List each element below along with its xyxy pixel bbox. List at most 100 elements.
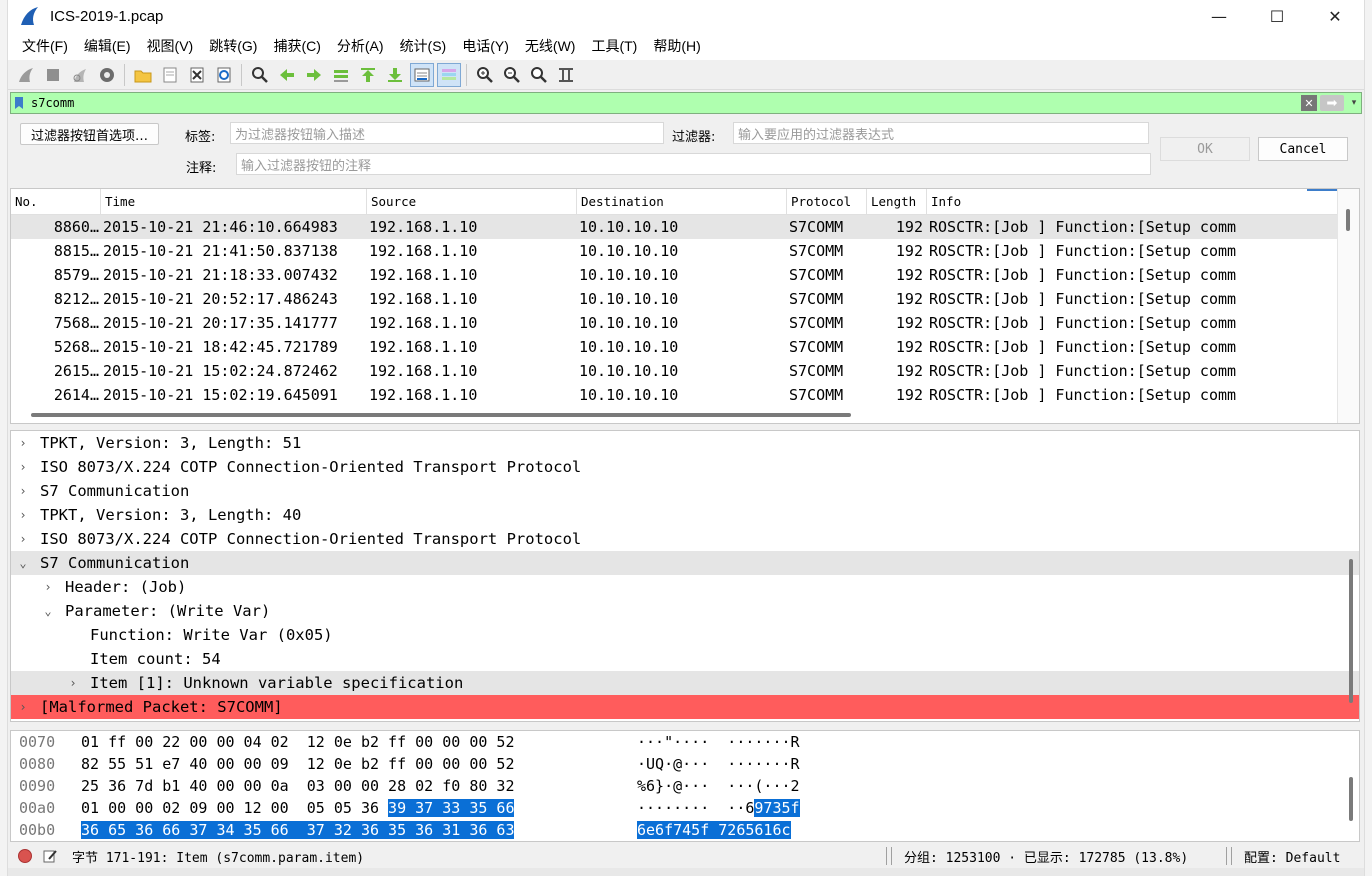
expert-info-error-icon[interactable] bbox=[18, 849, 32, 863]
chevron-down-icon[interactable]: ⌄ bbox=[40, 604, 56, 618]
go-back-arrow-icon[interactable] bbox=[275, 63, 299, 87]
detail-tree-item[interactable]: › ISO 8073/X.224 COTP Connection-Oriented… bbox=[11, 527, 1359, 551]
packet-bytes-scrollbar[interactable] bbox=[1349, 777, 1353, 821]
edit-comment-icon[interactable] bbox=[42, 848, 58, 864]
column-header-length[interactable]: Length bbox=[867, 189, 927, 214]
detail-tree-item[interactable]: ⌄ S7 Communication bbox=[11, 551, 1359, 575]
detail-tree-item[interactable]: › S7 Communication bbox=[11, 479, 1359, 503]
chevron-down-icon[interactable]: ⌄ bbox=[15, 556, 31, 570]
packet-row[interactable]: 2615… 2015-10-21 15:02:24.872462 192.168.1… bbox=[11, 359, 1359, 383]
autoscroll-icon[interactable] bbox=[409, 62, 434, 87]
column-header-time[interactable]: Time bbox=[101, 189, 367, 214]
packet-list-vertical-scrollbar[interactable] bbox=[1337, 189, 1359, 423]
bookmark-icon[interactable] bbox=[11, 96, 27, 110]
resize-columns-icon[interactable] bbox=[554, 63, 578, 87]
chevron-right-icon[interactable]: › bbox=[65, 676, 81, 690]
menu-tools[interactable]: 工具(T) bbox=[583, 36, 645, 56]
packet-row[interactable]: 8579… 2015-10-21 21:18:33.007432 192.168.1… bbox=[11, 263, 1359, 287]
packet-details-scrollbar[interactable] bbox=[1349, 559, 1353, 703]
detail-tree-item[interactable]: › TPKT, Version: 3, Length: 40 bbox=[11, 503, 1359, 527]
bytes-ascii[interactable]: ···"···· ·······R bbox=[637, 733, 837, 751]
chevron-right-icon[interactable]: › bbox=[15, 532, 31, 546]
label-input[interactable]: 为过滤器按钮输入描述 bbox=[230, 122, 664, 144]
clear-filter-icon[interactable]: ✕ bbox=[1301, 95, 1317, 111]
colorize-icon[interactable] bbox=[436, 62, 461, 87]
menu-analyze[interactable]: 分析(A) bbox=[329, 36, 392, 56]
comment-input[interactable]: 输入过滤器按钮的注释 bbox=[236, 153, 1151, 175]
bytes-ascii[interactable]: ·UQ·@··· ·······R bbox=[637, 755, 837, 773]
capture-options-gear-icon[interactable] bbox=[95, 63, 119, 87]
column-header-source[interactable]: Source bbox=[367, 189, 577, 214]
chevron-right-icon[interactable]: › bbox=[15, 700, 31, 714]
display-filter-input[interactable] bbox=[27, 96, 1301, 110]
zoom-normal-icon[interactable] bbox=[527, 63, 551, 87]
column-header-destination[interactable]: Destination bbox=[577, 189, 787, 214]
chevron-right-icon[interactable]: › bbox=[15, 436, 31, 450]
file-icon[interactable] bbox=[158, 63, 182, 87]
find-magnifier-icon[interactable] bbox=[248, 63, 272, 87]
menu-help[interactable]: 帮助(H) bbox=[645, 36, 708, 56]
detail-tree-item[interactable]: Item count: 54 bbox=[11, 647, 1359, 671]
bytes-hex[interactable]: 01 ff 00 22 00 00 04 02 12 0e b2 ff 00 0… bbox=[81, 733, 637, 751]
detail-tree-item[interactable]: › [Malformed Packet: S7COMM] bbox=[11, 695, 1359, 719]
packet-row[interactable]: 5268… 2015-10-21 18:42:45.721789 192.168.1… bbox=[11, 335, 1359, 359]
detail-tree-item[interactable]: Function: Write Var (0x05) bbox=[11, 623, 1359, 647]
packet-row[interactable]: 8860… 2015-10-21 21:46:10.664983 192.168.1… bbox=[11, 215, 1359, 239]
zoom-in-icon[interactable] bbox=[473, 63, 497, 87]
detail-tree-item[interactable]: › ISO 8073/X.224 COTP Connection-Oriented… bbox=[11, 455, 1359, 479]
stop-square-icon[interactable] bbox=[41, 63, 65, 87]
bytes-ascii[interactable]: 6e6f745f 7265616c bbox=[637, 821, 837, 839]
maximize-button[interactable]: ☐ bbox=[1248, 0, 1306, 32]
scroll-thumb[interactable] bbox=[1346, 209, 1350, 231]
detail-tree-item[interactable]: › Item [1]: Unknown variable specificatio… bbox=[11, 671, 1359, 695]
close-file-icon[interactable] bbox=[185, 63, 209, 87]
minimize-button[interactable]: — bbox=[1190, 0, 1248, 32]
go-last-icon[interactable] bbox=[383, 63, 407, 87]
column-header-no[interactable]: No. bbox=[11, 189, 101, 214]
menu-telephony[interactable]: 电话(Y) bbox=[454, 36, 517, 56]
column-header-protocol[interactable]: Protocol bbox=[787, 189, 867, 214]
go-first-icon[interactable] bbox=[356, 63, 380, 87]
open-folder-icon[interactable] bbox=[131, 63, 155, 87]
chevron-right-icon[interactable]: › bbox=[40, 580, 56, 594]
packet-row[interactable]: 8815… 2015-10-21 21:41:50.837138 192.168.1… bbox=[11, 239, 1359, 263]
menu-file[interactable]: 文件(F) bbox=[14, 36, 76, 56]
menu-go[interactable]: 跳转(G) bbox=[201, 36, 265, 56]
menu-wireless[interactable]: 无线(W) bbox=[517, 36, 584, 56]
go-forward-arrow-icon[interactable] bbox=[302, 63, 326, 87]
apply-filter-arrow-icon[interactable]: ➡ bbox=[1320, 95, 1344, 111]
packet-row[interactable]: 7568… 2015-10-21 20:17:35.141777 192.168.1… bbox=[11, 311, 1359, 335]
cancel-button[interactable]: Cancel bbox=[1258, 137, 1348, 161]
bytes-hex[interactable]: 36 65 36 66 37 34 35 66 37 32 36 35 36 3… bbox=[81, 821, 637, 839]
restart-fin-icon[interactable] bbox=[68, 63, 92, 87]
bytes-ascii[interactable]: %6}·@··· ···(···2 bbox=[637, 777, 837, 795]
detail-tree-item[interactable]: › TPKT, Version: 3, Length: 51 bbox=[11, 431, 1359, 455]
packet-list-horizontal-scrollbar[interactable] bbox=[31, 413, 851, 417]
bytes-hex[interactable]: 01 00 00 02 09 00 12 00 05 05 36 39 37 3… bbox=[81, 799, 637, 817]
menu-edit[interactable]: 编辑(E) bbox=[76, 36, 139, 56]
status-profile[interactable]: 配置: Default bbox=[1244, 847, 1340, 866]
menu-view[interactable]: 视图(V) bbox=[139, 36, 202, 56]
filter-button-prefs-button[interactable]: 过滤器按钮首选项… bbox=[20, 123, 160, 145]
menu-capture[interactable]: 捕获(C) bbox=[265, 36, 328, 56]
ok-button[interactable]: OK bbox=[1160, 137, 1250, 161]
detail-tree-item[interactable]: ⌄ Parameter: (Write Var) bbox=[11, 599, 1359, 623]
shark-fin-start-icon[interactable] bbox=[14, 63, 38, 87]
packet-row[interactable]: 2614… 2015-10-21 15:02:19.645091 192.168.1… bbox=[11, 383, 1359, 407]
chevron-right-icon[interactable]: › bbox=[15, 460, 31, 474]
filter-expression-input[interactable]: 输入要应用的过滤器表达式 bbox=[733, 122, 1149, 144]
go-to-packet-icon[interactable] bbox=[329, 63, 353, 87]
zoom-out-icon[interactable] bbox=[500, 63, 524, 87]
bytes-ascii[interactable]: ········ ··69735f bbox=[637, 799, 837, 817]
bytes-hex[interactable]: 82 55 51 e7 40 00 00 09 12 0e b2 ff 00 0… bbox=[81, 755, 637, 773]
menu-statistics[interactable]: 统计(S) bbox=[392, 36, 455, 56]
column-header-info[interactable]: Info bbox=[927, 189, 1307, 214]
detail-tree-item[interactable]: › Header: (Job) bbox=[11, 575, 1359, 599]
chevron-right-icon[interactable]: › bbox=[15, 484, 31, 498]
bytes-hex[interactable]: 25 36 7d b1 40 00 00 0a 03 00 00 28 02 f… bbox=[81, 777, 637, 795]
close-button[interactable]: ✕ bbox=[1306, 0, 1364, 32]
packet-row[interactable]: 8212… 2015-10-21 20:52:17.486243 192.168.1… bbox=[11, 287, 1359, 311]
reload-icon[interactable] bbox=[212, 63, 236, 87]
chevron-right-icon[interactable]: › bbox=[15, 508, 31, 522]
filter-history-chevron-down-icon[interactable]: ▾ bbox=[1347, 98, 1361, 108]
